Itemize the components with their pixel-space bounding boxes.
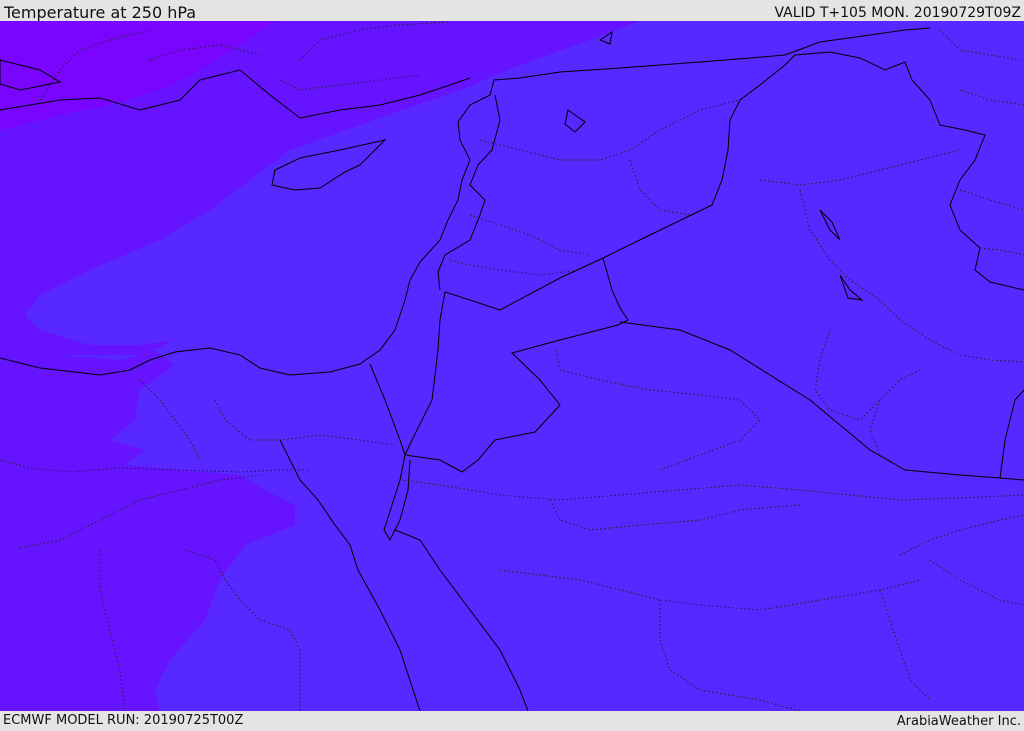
credit-text: ArabiaWeather Inc. <box>896 714 1021 729</box>
footer-bar: ECMWF MODEL RUN: 20190725T00Z ArabiaWeat… <box>0 711 1024 729</box>
header-bar: Temperature at 250 hPa VALID T+105 MON. … <box>0 0 1024 22</box>
map-area[interactable] <box>0 21 1024 711</box>
map-title: Temperature at 250 hPa <box>4 3 197 22</box>
model-run: ECMWF MODEL RUN: 20190725T00Z <box>3 713 244 728</box>
valid-time: VALID T+105 MON. 20190729T09Z <box>774 5 1021 21</box>
map-canvas[interactable] <box>0 21 1024 711</box>
